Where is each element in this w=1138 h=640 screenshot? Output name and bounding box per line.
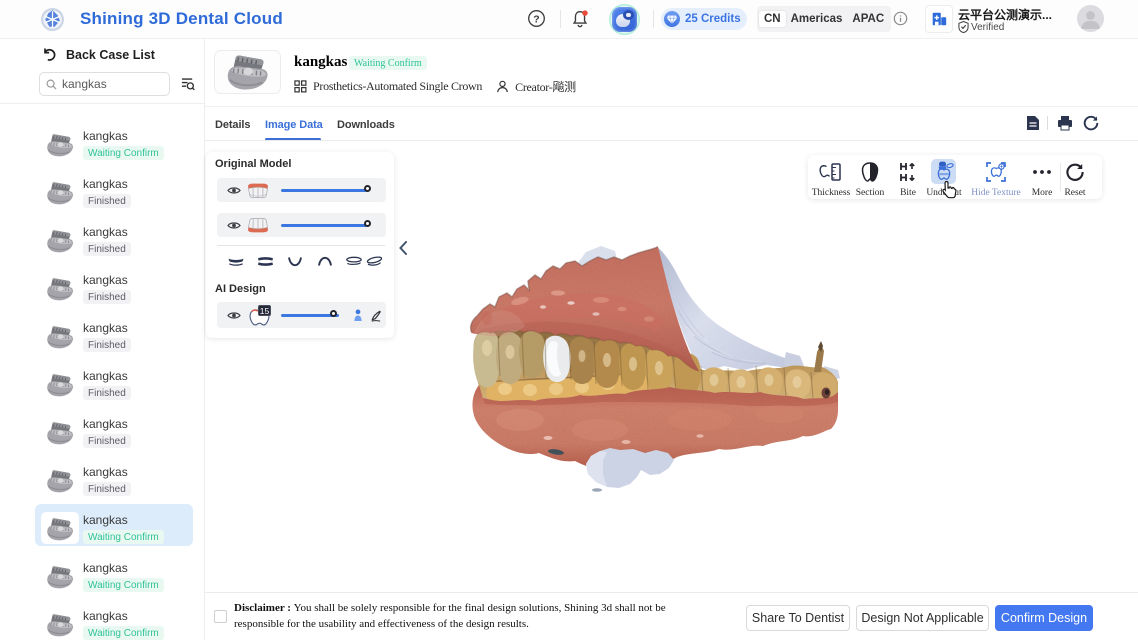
svg-text:?: ? bbox=[533, 14, 539, 25]
